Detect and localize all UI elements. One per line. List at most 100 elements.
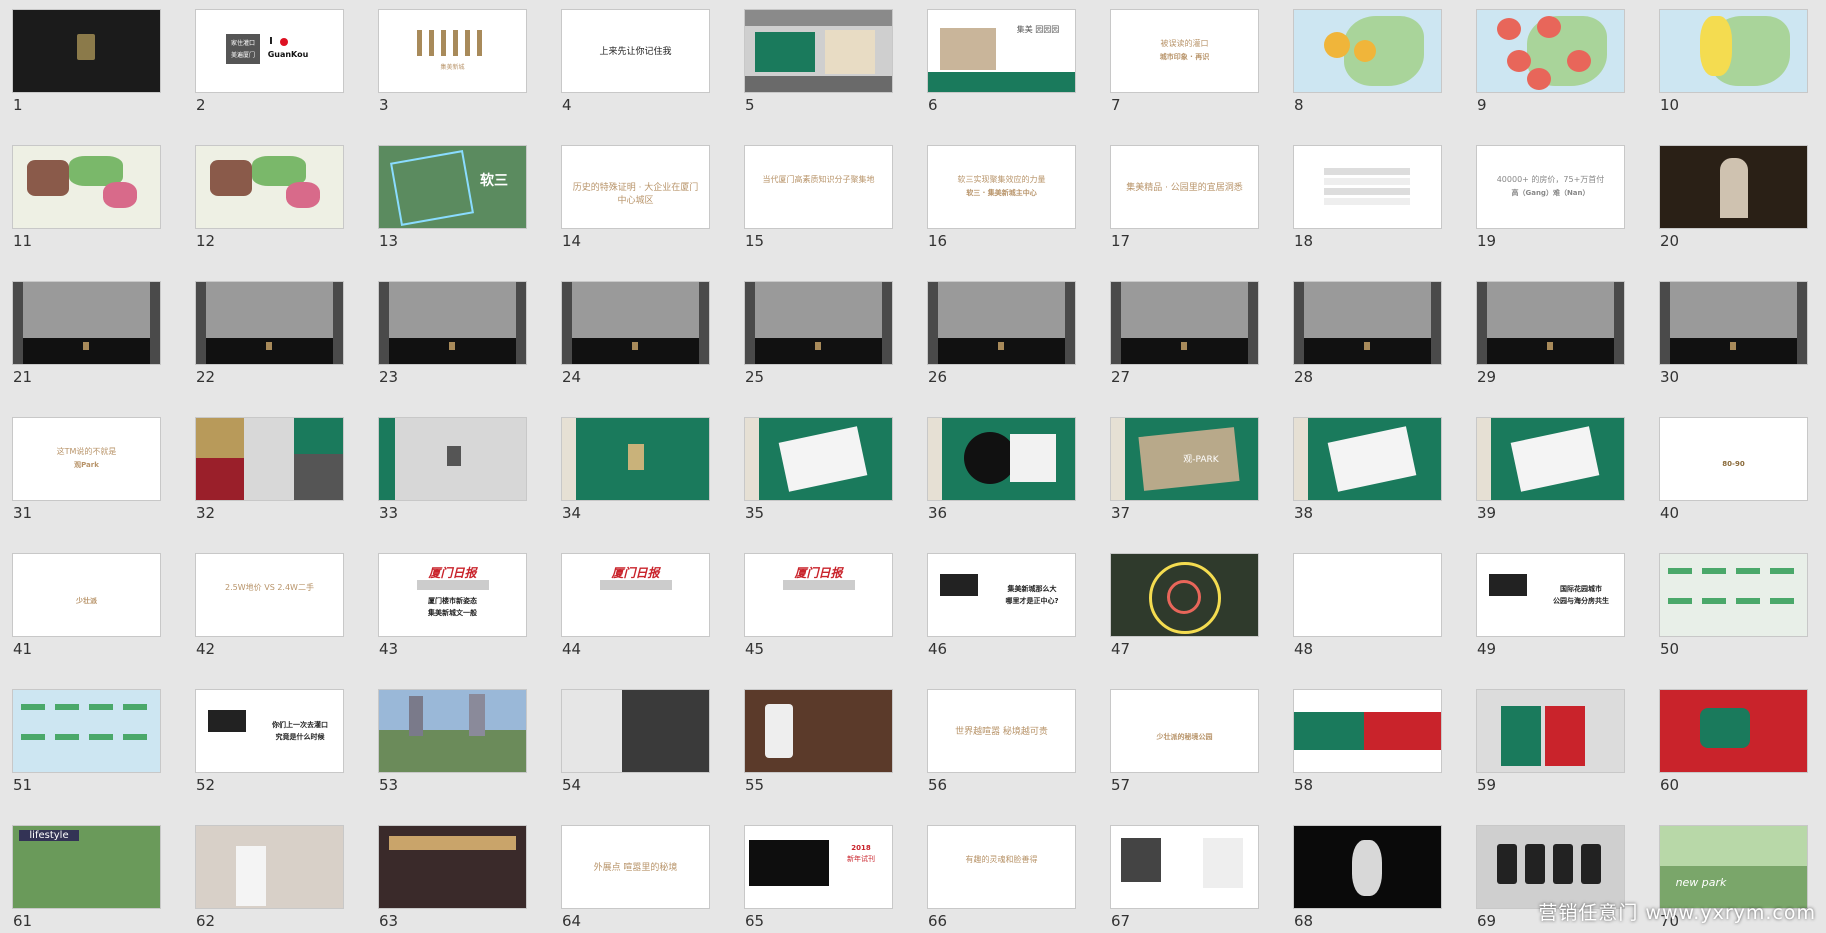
slide-cell[interactable]: 27 xyxy=(1110,281,1259,386)
slide-thumbnail[interactable] xyxy=(195,825,344,909)
slide-thumbnail[interactable] xyxy=(1293,553,1442,637)
slide-cell[interactable]: 25 xyxy=(744,281,893,386)
slide-cell[interactable]: 24 xyxy=(561,281,710,386)
slide-cell[interactable]: 47 xyxy=(1110,553,1259,658)
slide-thumbnail[interactable] xyxy=(1110,553,1259,637)
slide-thumbnail[interactable]: 家住灌口 美遍厦门 I GuanKou xyxy=(195,9,344,93)
slide-thumbnail[interactable]: 软三 xyxy=(378,145,527,229)
slide-cell[interactable]: 有趣的灵魂和脸善得 66 xyxy=(927,825,1076,930)
slide-thumbnail[interactable] xyxy=(12,281,161,365)
slide-cell[interactable]: 集美精品 · 公园里的宜居洞悉 17 xyxy=(1110,145,1259,250)
slide-cell[interactable]: 34 xyxy=(561,417,710,522)
slide-thumbnail[interactable]: 集美新城 xyxy=(378,9,527,93)
slide-cell[interactable]: 54 xyxy=(561,689,710,794)
slide-thumbnail[interactable]: 80-90 xyxy=(1659,417,1808,501)
slide-thumbnail[interactable]: 少壮派的秘境公园 xyxy=(1110,689,1259,773)
slide-cell[interactable]: 26 xyxy=(927,281,1076,386)
slide-cell[interactable]: 22 xyxy=(195,281,344,386)
slide-thumbnail[interactable] xyxy=(1293,9,1442,93)
slide-thumbnail[interactable]: 厦门日报 xyxy=(561,553,710,637)
slide-thumbnail[interactable] xyxy=(1659,553,1808,637)
slide-cell[interactable]: 53 xyxy=(378,689,527,794)
slide-thumbnail[interactable]: 国际花园城市 公园与海分房共生 xyxy=(1476,553,1625,637)
slide-thumbnail[interactable] xyxy=(744,281,893,365)
slide-cell[interactable]: 厦门日报 厦门楼市新姿态 集美新城文一般 43 xyxy=(378,553,527,658)
slide-thumbnail[interactable] xyxy=(927,417,1076,501)
slide-cell[interactable]: 30 xyxy=(1659,281,1808,386)
slide-cell[interactable]: 38 xyxy=(1293,417,1442,522)
slide-cell[interactable]: 你们上一次去灌口 究竟是什么时候 52 xyxy=(195,689,344,794)
slide-cell[interactable]: 少壮派的秘境公园 57 xyxy=(1110,689,1259,794)
slide-cell[interactable]: 1 xyxy=(12,9,161,114)
slide-cell[interactable]: 世界越喧嚣 秘境越可贵 56 xyxy=(927,689,1076,794)
slide-thumbnail[interactable]: new park xyxy=(1659,825,1808,909)
slide-cell[interactable]: 这TM说的不就是 观Park 31 xyxy=(12,417,161,522)
slide-thumbnail[interactable]: lifestyle xyxy=(12,825,161,909)
slide-cell[interactable]: 29 xyxy=(1476,281,1625,386)
slide-cell[interactable]: 63 xyxy=(378,825,527,930)
slide-thumbnail[interactable] xyxy=(12,9,161,93)
slide-cell[interactable]: 11 xyxy=(12,145,161,250)
slide-cell[interactable]: 2018 新年试刊 65 xyxy=(744,825,893,930)
slide-thumbnail[interactable]: 观-PARK xyxy=(1110,417,1259,501)
slide-thumbnail[interactable] xyxy=(195,281,344,365)
slide-cell[interactable]: 40000+ 的房价，75+万首付 高（Gang）难（Nan） 19 xyxy=(1476,145,1625,250)
slide-thumbnail[interactable]: 2018 新年试刊 xyxy=(744,825,893,909)
slide-cell[interactable]: 外展点 喧嚣里的秘境 64 xyxy=(561,825,710,930)
slide-thumbnail[interactable]: 你们上一次去灌口 究竟是什么时候 xyxy=(195,689,344,773)
slide-thumbnail[interactable] xyxy=(378,689,527,773)
slide-cell[interactable]: 20 xyxy=(1659,145,1808,250)
slide-cell[interactable]: 10 xyxy=(1659,9,1808,114)
slide-cell[interactable]: 观-PARK 37 xyxy=(1110,417,1259,522)
slide-cell[interactable]: 当代厦门高素质知识分子聚集地 15 xyxy=(744,145,893,250)
slide-thumbnail[interactable] xyxy=(561,417,710,501)
slide-thumbnail[interactable]: 软三实现聚集效应的力量 软三 · 集美新城主中心 xyxy=(927,145,1076,229)
slide-cell[interactable]: 8 xyxy=(1293,9,1442,114)
slide-thumbnail[interactable] xyxy=(378,825,527,909)
slide-cell[interactable]: 32 xyxy=(195,417,344,522)
slide-cell[interactable]: 23 xyxy=(378,281,527,386)
slide-cell[interactable]: 9 xyxy=(1476,9,1625,114)
slide-cell[interactable]: 国际花园城市 公园与海分房共生 49 xyxy=(1476,553,1625,658)
slide-cell[interactable]: 18 xyxy=(1293,145,1442,250)
slide-cell[interactable]: lifestyle 61 xyxy=(12,825,161,930)
slide-cell[interactable]: 68 xyxy=(1293,825,1442,930)
slide-thumbnail[interactable] xyxy=(1110,825,1259,909)
slide-thumbnail[interactable]: 这TM说的不就是 观Park xyxy=(12,417,161,501)
slide-cell[interactable]: 50 xyxy=(1659,553,1808,658)
slide-thumbnail[interactable] xyxy=(195,417,344,501)
slide-thumbnail[interactable]: 上来先让你记住我 xyxy=(561,9,710,93)
slide-cell[interactable]: 39 xyxy=(1476,417,1625,522)
slide-cell[interactable]: 48 xyxy=(1293,553,1442,658)
slide-thumbnail[interactable] xyxy=(378,417,527,501)
slide-cell[interactable]: 2.5W地价 VS 2.4W二手 42 xyxy=(195,553,344,658)
slide-thumbnail[interactable] xyxy=(1293,281,1442,365)
slide-thumbnail[interactable] xyxy=(378,281,527,365)
slide-thumbnail[interactable] xyxy=(561,689,710,773)
slide-thumbnail[interactable]: 被误读的灌口 城市印象 · 再识 xyxy=(1110,9,1259,93)
slide-thumbnail[interactable]: 集美精品 · 公园里的宜居洞悉 xyxy=(1110,145,1259,229)
slide-thumbnail[interactable] xyxy=(12,145,161,229)
slide-cell[interactable]: 69 xyxy=(1476,825,1625,930)
slide-thumbnail[interactable] xyxy=(1476,689,1625,773)
slide-cell[interactable]: 集美新城 3 xyxy=(378,9,527,114)
slide-cell[interactable]: 厦门日报 45 xyxy=(744,553,893,658)
slide-cell[interactable]: 28 xyxy=(1293,281,1442,386)
slide-cell[interactable]: 58 xyxy=(1293,689,1442,794)
slide-cell[interactable]: 60 xyxy=(1659,689,1808,794)
slide-thumbnail[interactable] xyxy=(744,417,893,501)
slide-cell[interactable]: 35 xyxy=(744,417,893,522)
slide-thumbnail[interactable]: 集美新城那么大 哪里才是正中心? xyxy=(927,553,1076,637)
slide-thumbnail[interactable]: 集美 园园园 xyxy=(927,9,1076,93)
slide-thumbnail[interactable]: 2.5W地价 VS 2.4W二手 xyxy=(195,553,344,637)
slide-cell[interactable]: 36 xyxy=(927,417,1076,522)
slide-thumbnail[interactable]: 厦门日报 xyxy=(744,553,893,637)
slide-cell[interactable]: 被误读的灌口 城市印象 · 再识 7 xyxy=(1110,9,1259,114)
slide-thumbnail[interactable]: 厦门日报 厦门楼市新姿态 集美新城文一般 xyxy=(378,553,527,637)
slide-thumbnail[interactable] xyxy=(1293,825,1442,909)
slide-thumbnail[interactable]: 40000+ 的房价，75+万首付 高（Gang）难（Nan） xyxy=(1476,145,1625,229)
slide-thumbnail[interactable]: 少壮派 xyxy=(12,553,161,637)
slide-cell[interactable]: 80-90 40 xyxy=(1659,417,1808,522)
slide-cell[interactable]: 软三实现聚集效应的力量 软三 · 集美新城主中心 16 xyxy=(927,145,1076,250)
slide-thumbnail[interactable] xyxy=(744,9,893,93)
